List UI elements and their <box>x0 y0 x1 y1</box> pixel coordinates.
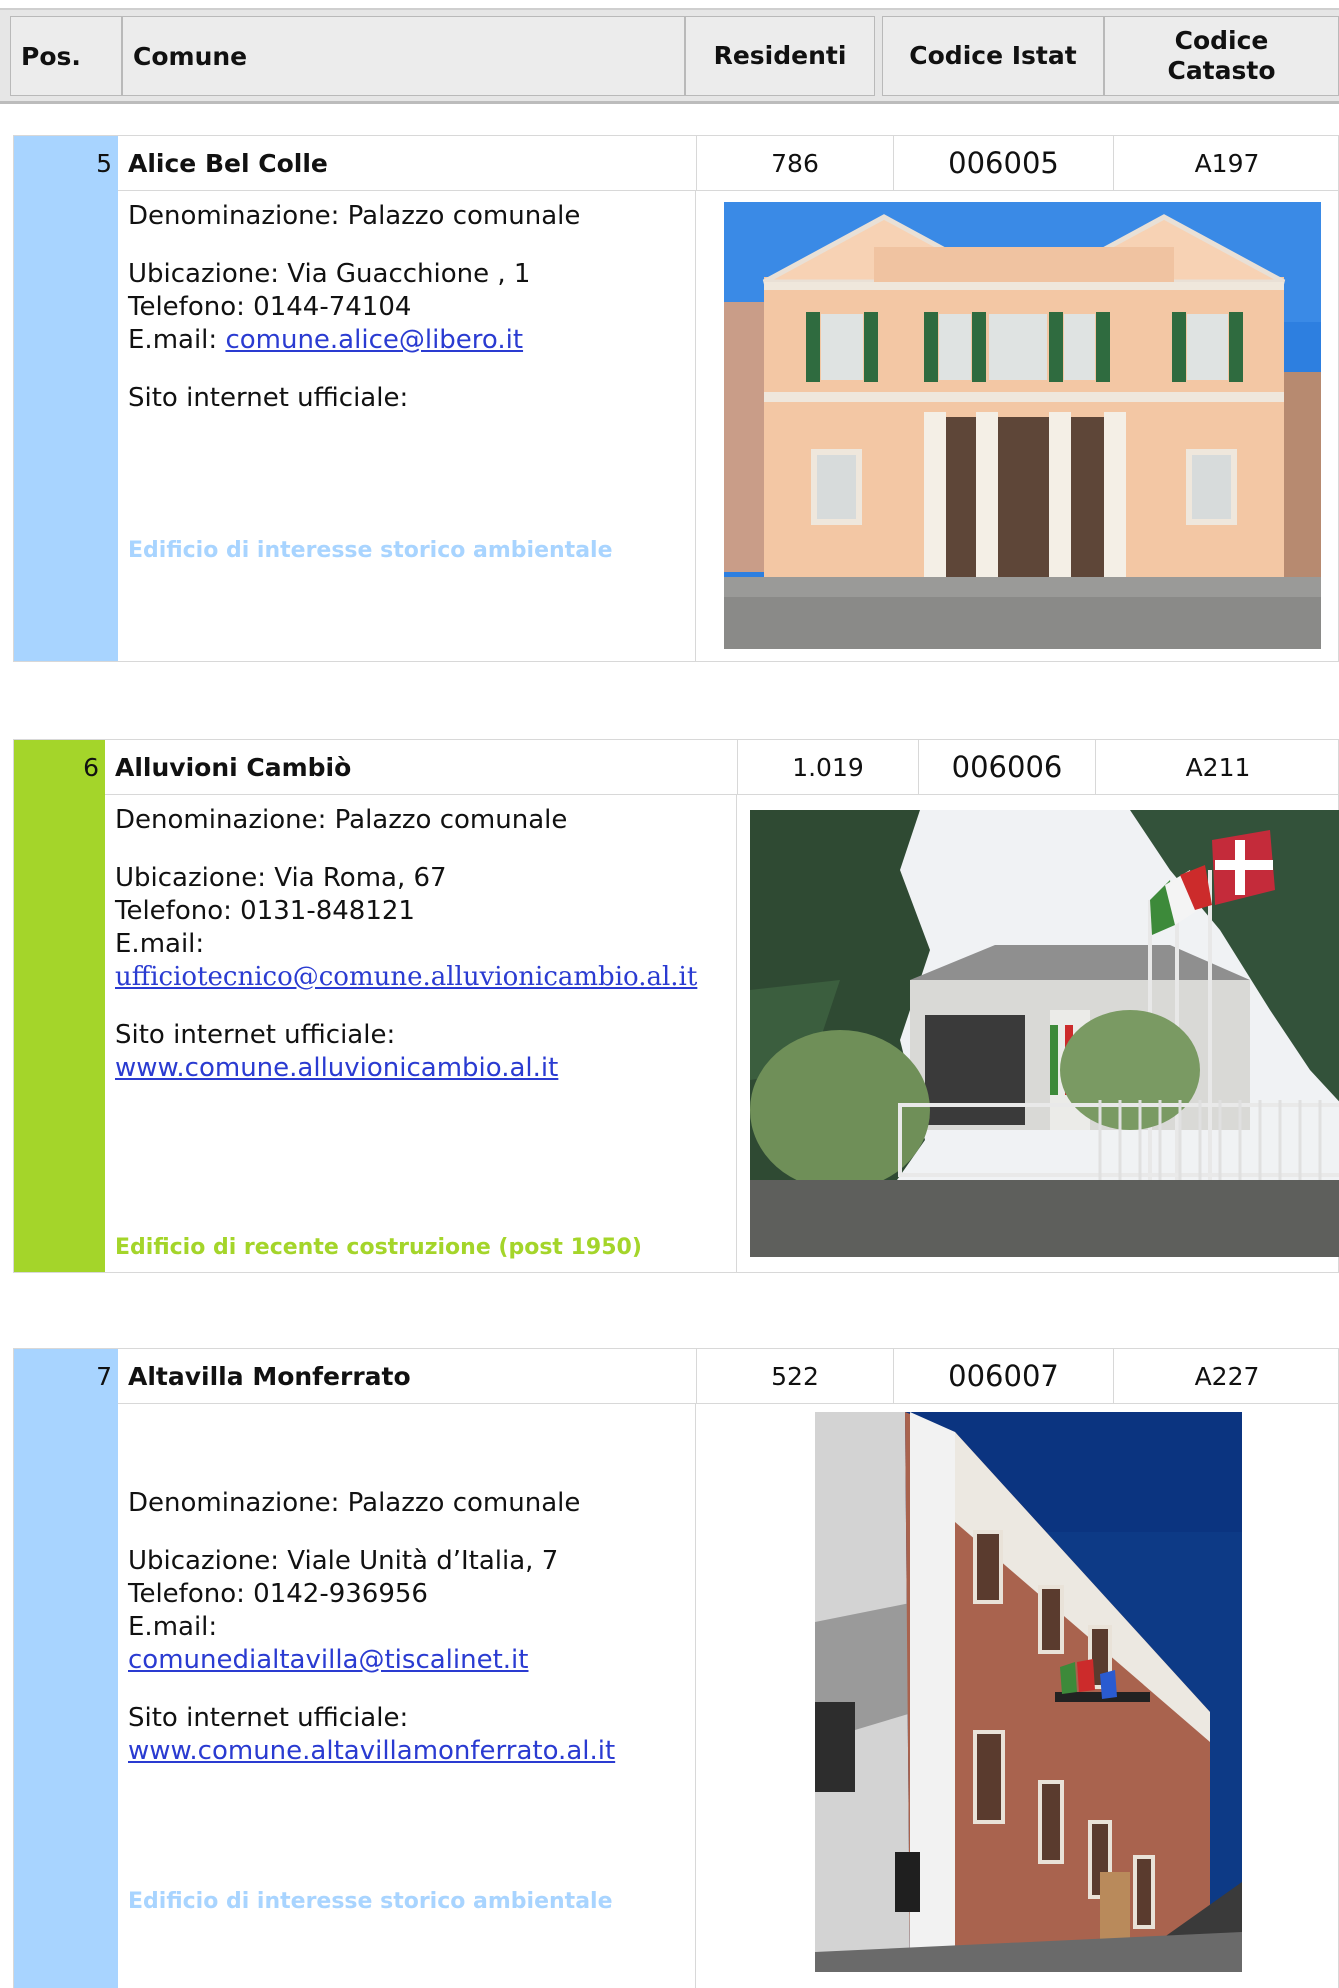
denominazione: Denominazione: Palazzo comunale <box>128 1488 581 1518</box>
record-summary-row: 6 Alluvioni Cambiò 1.019 006006 A211 <box>14 740 1338 795</box>
category-label: Edificio di interesse storico ambientale <box>128 538 613 563</box>
denominazione: Denominazione: Palazzo comunale <box>115 805 568 835</box>
building-photo <box>815 1412 1242 1972</box>
denominazione: Denominazione: Palazzo comunale <box>128 201 581 231</box>
header-codice-catasto: Codice Catasto <box>1104 16 1339 96</box>
record-info: Denominazione: Palazzo comunale Ubicazio… <box>105 794 737 1272</box>
ubicazione: Ubicazione: Viale Unità d’Italia, 7 <box>128 1546 559 1576</box>
sito-label: Sito internet ufficiale: <box>128 1703 409 1733</box>
email-label: E.mail: <box>128 325 226 355</box>
record-summary-row: 5 Alice Bel Colle 786 006005 A197 <box>14 136 1338 191</box>
record-info: Denominazione: Palazzo comunale Ubicazio… <box>118 1403 696 1988</box>
website-link[interactable]: www.comune.alluvionicambio.al.it <box>115 1053 558 1083</box>
website-link[interactable]: www.comune.altavillamonferrato.al.it <box>128 1736 615 1766</box>
ubicazione: Ubicazione: Via Guacchione , 1 <box>128 259 531 289</box>
record-summary-row: 7 Altavilla Monferrato 522 006007 A227 <box>14 1349 1338 1404</box>
record-residenti: 1.019 <box>737 740 918 794</box>
email-line: E.mail: comune.alice@libero.it <box>128 324 695 357</box>
record-info: Denominazione: Palazzo comunale Ubicazio… <box>118 190 696 661</box>
record-name: Alice Bel Colle <box>128 148 328 178</box>
telefono: Telefono: 0142-936956 <box>128 1579 428 1609</box>
header-comune: Comune <box>122 16 685 96</box>
sito-label: Sito internet ufficiale: <box>115 1020 396 1050</box>
record-pos: 6 <box>14 740 105 794</box>
building-photo <box>724 202 1321 649</box>
record-codice-istat: 006005 <box>893 136 1113 190</box>
header-codice-istat: Codice Istat <box>882 16 1104 96</box>
record-details: Denominazione: Palazzo comunale Ubicazio… <box>105 794 1339 1272</box>
building-photo-drawing <box>815 1412 1242 1972</box>
record-details: Denominazione: Palazzo comunale Ubicazio… <box>118 1403 1338 1988</box>
record-codice-catasto: A197 <box>1113 136 1339 190</box>
category-label: Edificio di interesse storico ambientale <box>128 1889 613 1914</box>
header-pos: Pos. <box>10 16 122 96</box>
email-link[interactable]: comune.alice@libero.it <box>225 325 523 355</box>
header-catasto-line2: Catasto <box>1167 56 1276 85</box>
building-photo-drawing <box>724 202 1321 649</box>
email-link[interactable]: comunedialtavilla@tiscalinet.it <box>128 1645 528 1675</box>
building-photo-drawing <box>750 810 1339 1257</box>
sito-label: Sito internet ufficiale: <box>128 383 409 413</box>
record-alice-bel-colle: 5 Alice Bel Colle 786 006005 A197 Denomi… <box>13 135 1339 662</box>
category-color-strip <box>14 794 105 1272</box>
record-altavilla-monferrato: 7 Altavilla Monferrato 522 006007 A227 D… <box>13 1348 1339 1988</box>
record-codice-catasto: A211 <box>1095 740 1339 794</box>
category-label: Edificio di recente costruzione (post 19… <box>115 1235 642 1260</box>
record-residenti: 522 <box>696 1349 893 1403</box>
record-pos: 5 <box>14 136 118 190</box>
header-catasto-line1: Codice <box>1174 26 1269 55</box>
record-codice-catasto: A227 <box>1113 1349 1339 1403</box>
category-color-strip <box>14 190 118 661</box>
record-name: Alluvioni Cambiò <box>115 752 352 782</box>
email-link[interactable]: ufficiotecnico@comune.alluvionicambio.al… <box>115 962 697 992</box>
record-alluvioni-cambio: 6 Alluvioni Cambiò 1.019 006006 A211 Den… <box>13 739 1339 1273</box>
record-residenti: 786 <box>696 136 893 190</box>
record-name: Altavilla Monferrato <box>128 1361 411 1391</box>
record-details: Denominazione: Palazzo comunale Ubicazio… <box>118 190 1338 661</box>
header-residenti: Residenti <box>685 16 875 96</box>
table-header: Pos. Comune Residenti Codice Istat Codic… <box>0 8 1339 104</box>
record-codice-istat: 006006 <box>918 740 1095 794</box>
record-codice-istat: 006007 <box>893 1349 1113 1403</box>
building-photo <box>750 810 1339 1257</box>
record-pos: 7 <box>14 1349 118 1403</box>
category-color-strip <box>14 1403 118 1988</box>
ubicazione: Ubicazione: Via Roma, 67 <box>115 863 447 893</box>
email-label: E.mail: <box>128 1612 218 1642</box>
telefono: Telefono: 0144-74104 <box>128 292 412 322</box>
email-label: E.mail: <box>115 929 205 959</box>
telefono: Telefono: 0131-848121 <box>115 896 415 926</box>
